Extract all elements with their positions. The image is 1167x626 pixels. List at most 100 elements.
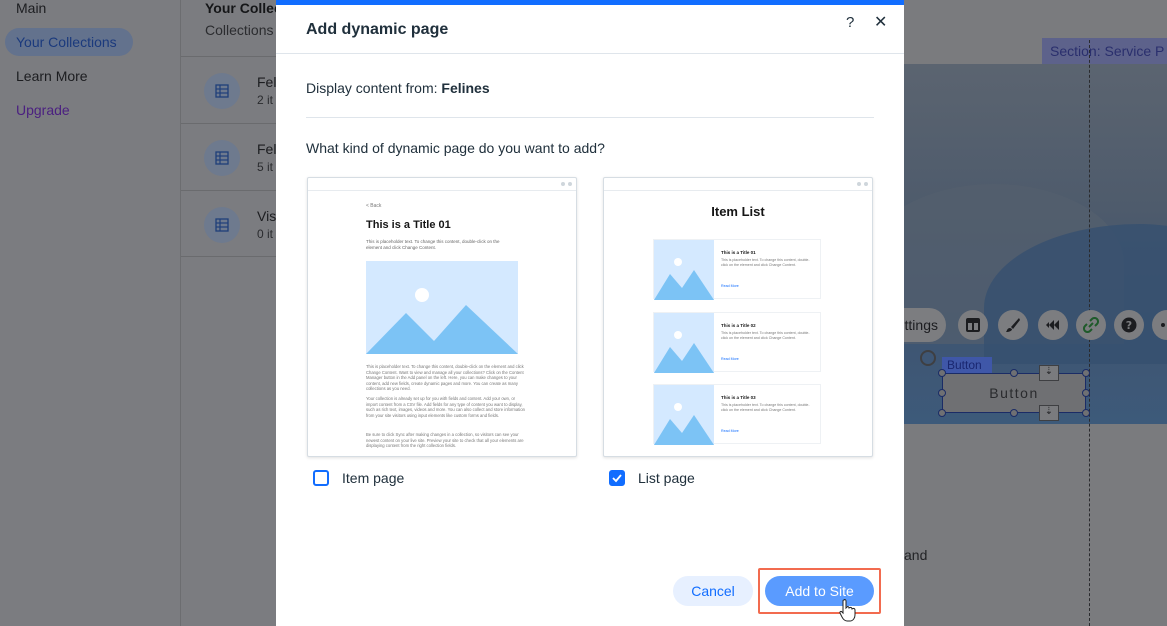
layout-icon [965,317,981,333]
item-page-label[interactable]: Item page [342,470,404,486]
canvas-button-element[interactable]: Button [942,373,1086,413]
sidebar-item-main[interactable]: Main [16,0,46,16]
resize-handle[interactable] [938,409,946,417]
collections-header: Your Collec Collections [205,0,282,38]
preview-item-body: This is placeholder text. To change this… [366,364,524,392]
list-item-title: This is a Title 02 [721,323,756,328]
list-item-desc: This is placeholder text. To change this… [721,258,810,267]
dialog-accent-bar [276,0,904,5]
preview-list-title: Item List [711,204,765,219]
sidebar-item-upgrade[interactable]: Upgrade [16,102,70,118]
close-icon[interactable]: ✕ [874,12,887,32]
animation-icon [1045,317,1061,333]
collection-row[interactable]: Fel 2 it [181,56,276,123]
dialog-title: Add dynamic page [306,21,449,38]
image-placeholder-icon [654,385,714,445]
browser-dot [568,182,572,186]
resize-handle[interactable] [1010,409,1018,417]
animation-tool-button[interactable] [1038,310,1068,340]
collection-count: 2 it [257,93,274,107]
resize-handle[interactable] [1010,369,1018,377]
list-item: This is a Title 03 This is placeholder t… [653,384,821,445]
preview-browser-bar [604,178,872,191]
element-type-tag: Button [942,357,992,373]
collections-subtitle: Collections [205,22,274,38]
list-page-preview-card[interactable]: Item List This is a Title 01 This is pla… [603,177,873,457]
dashboard-sidebar: Main Your Collections Learn More Upgrade [0,0,181,626]
browser-dot [561,182,565,186]
help-icon[interactable]: ? [846,14,854,31]
collection-name: Vis [257,208,277,224]
resize-handle[interactable] [1082,409,1090,417]
layout-tool-button[interactable] [958,310,988,340]
collection-icon-circle [204,207,240,243]
resize-handle[interactable] [938,389,946,397]
preview-browser-bar [308,178,576,191]
preview-item-title: This is a Title 01 [366,219,451,231]
section-divider [306,117,874,118]
table-icon [215,151,229,165]
help-icon: ? [1121,317,1137,333]
collection-row[interactable]: Vis 0 it [181,190,276,257]
more-tool-button[interactable] [1152,310,1167,340]
item-page-checkbox[interactable] [313,470,329,486]
element-toolbar: ttings ? [894,306,1167,344]
list-item-desc: This is placeholder text. To change this… [721,403,810,412]
sidebar-item-your-collections[interactable]: Your Collections [5,28,133,56]
sidebar-item-label: Your Collections [16,34,117,50]
collection-row[interactable]: Fel 5 it [181,123,276,190]
page-type-question: What kind of dynamic page do you want to… [306,140,605,156]
collections-panel: Your Collec Collections Fel 2 it Fel 5 i… [181,0,282,626]
collection-count: 0 it [257,227,274,241]
table-icon [215,84,229,98]
browser-dot [864,182,868,186]
table-icon [215,218,229,232]
list-item-title: This is a Title 03 [721,395,756,400]
editor-canvas: Section: Service P ttings ? Button Butto… [894,0,1167,626]
list-item: This is a Title 01 This is placeholder t… [653,239,821,300]
list-page-checkbox[interactable] [609,470,625,486]
section-label[interactable]: Section: Service P [1042,38,1167,64]
add-dynamic-page-dialog: Add dynamic page ? ✕ Display content fro… [276,0,904,626]
sidebar-item-learn-more[interactable]: Learn More [16,68,88,84]
canvas-button-text: Button [989,385,1039,401]
rotate-handle-icon[interactable] [920,350,936,366]
svg-text:?: ? [1126,319,1132,332]
collection-name: Fel [257,141,277,157]
stretch-down-icon[interactable]: ⇣ [1039,365,1059,381]
preview-item-intro: This is placeholder text. To change this… [366,239,500,250]
preview-item-body: Your collection is already set up for yo… [366,396,525,418]
stretch-down-icon[interactable]: ⇣ [1039,405,1059,421]
list-item-read-more: Read More [721,429,739,433]
design-tool-button[interactable] [998,310,1028,340]
collection-icon-circle [204,73,240,109]
more-icon [1159,317,1167,333]
header-divider [276,53,904,54]
help-tool-button[interactable]: ? [1114,310,1144,340]
source-prefix: Display content from: [306,80,442,96]
list-item-read-more: Read More [721,284,739,288]
resize-handle[interactable] [938,369,946,377]
canvas-partial-text: and [904,547,928,563]
image-placeholder-icon [654,240,714,300]
resize-handle[interactable] [1082,389,1090,397]
image-placeholder-icon [366,261,518,354]
item-page-preview-card[interactable]: < Back This is a Title 01 This is placeh… [307,177,577,457]
cancel-button[interactable]: Cancel [673,576,753,606]
hand-cursor-icon [839,599,856,622]
collection-name: Fel [257,74,277,90]
preview-item-body: Be sure to click Sync after making chang… [366,432,524,449]
list-page-label[interactable]: List page [638,470,695,486]
resize-handle[interactable] [1082,369,1090,377]
list-item-title: This is a Title 01 [721,250,756,255]
collection-icon-circle [204,140,240,176]
collection-count: 5 it [257,160,274,174]
list-item-desc: This is placeholder text. To change this… [721,331,810,340]
list-item-read-more: Read More [721,357,739,361]
source-collection-name: Felines [441,80,490,96]
image-placeholder-icon [654,313,714,373]
source-collection-line: Display content from: Felines [306,80,490,96]
preview-back-link: < Back [366,203,382,209]
link-tool-button[interactable] [1076,310,1106,340]
link-icon [1082,316,1100,334]
